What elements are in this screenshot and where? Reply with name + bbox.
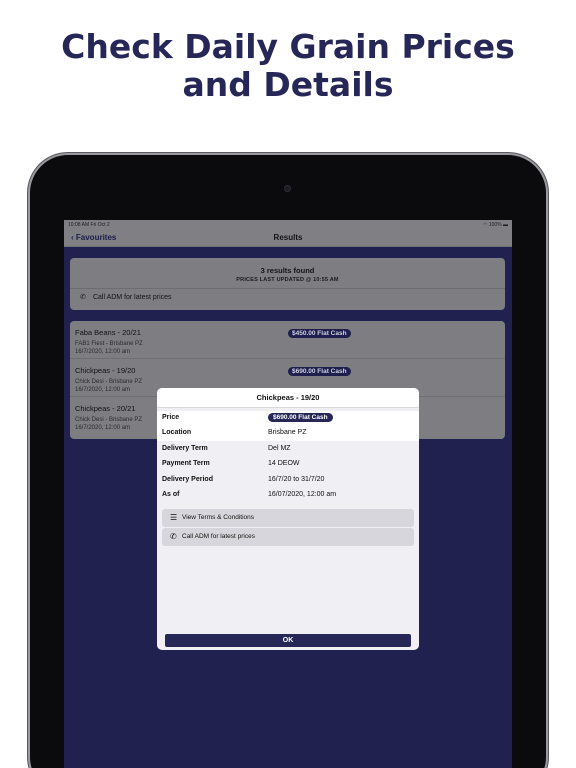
detail-row-as-of: As of 16/07/2020, 12:00 am (157, 488, 419, 503)
battery-level: 100% (488, 222, 502, 228)
headline: Check Daily Grain Prices and Details (0, 28, 576, 104)
detail-value: Brisbane PZ (268, 429, 307, 436)
price-detail-modal: Chickpeas - 19/20 Price $690.00 Flat Cas… (157, 388, 419, 650)
list-item-subtitle: Chick Desi - Brisbane PZ (75, 417, 143, 423)
list-item-date: 16/7/2020, 12:00 am (75, 349, 131, 355)
detail-value: 16/07/2020, 12:00 am (268, 491, 337, 498)
headline-line-1: Check Daily Grain Prices (61, 27, 515, 66)
list-item-date: 16/7/2020, 12:00 am (75, 425, 131, 431)
detail-row-payment-term: Payment Term 14 DEOW (157, 457, 419, 472)
detail-row-price: Price $690.00 Flat Cash (157, 411, 419, 426)
headline-line-2: and Details (182, 65, 394, 104)
list-item-title: Chickpeas - 19/20 (75, 366, 136, 375)
list-item[interactable]: Faba Beans - 20/21 FAB1 Fiest - Brisbane… (70, 321, 505, 359)
list-item-title: Faba Beans - 20/21 (75, 328, 141, 337)
status-time: 10:08 AM Fri Oct 2 (68, 222, 110, 228)
page-title: Results (273, 233, 303, 242)
detail-value: Del MZ (268, 445, 291, 452)
prices-updated-text: PRICES LAST UPDATED @ 10:55 AM (236, 277, 339, 283)
detail-row-delivery-period: Delivery Period 16/7/20 to 31/7/20 (157, 473, 419, 488)
view-terms-button[interactable]: ☰ View Terms & Conditions (162, 509, 414, 527)
phone-icon: ✆ (80, 294, 86, 301)
app-screen: 10:08 AM Fri Oct 2 ◠ 100% ▬ ‹ Favourites… (64, 220, 512, 768)
status-right: ◠ 100% ▬ (483, 220, 508, 230)
status-bar: 10:08 AM Fri Oct 2 ◠ 100% ▬ (64, 220, 512, 230)
results-count: 3 results found (260, 266, 315, 275)
phone-icon: ✆ (170, 532, 177, 541)
list-item-title: Chickpeas - 20/21 (75, 404, 136, 413)
detail-label: Delivery Period (162, 476, 213, 483)
list-item-subtitle: Chick Desi - Brisbane PZ (75, 379, 143, 385)
call-adm-button[interactable]: ✆ Call ADM for latest prices (162, 528, 414, 546)
results-summary-card: 3 results found PRICES LAST UPDATED @ 10… (70, 258, 505, 310)
price-badge: $690.00 Flat Cash (288, 367, 351, 376)
price-badge: $450.00 Flat Cash (288, 329, 351, 338)
call-adm-label: Call ADM for latest prices (92, 294, 172, 301)
battery-icon: ▬ (503, 222, 508, 228)
call-adm-row[interactable]: ✆ Call ADM for latest prices (80, 293, 172, 301)
detail-row-location: Location Brisbane PZ (157, 426, 419, 441)
detail-value: 14 DEOW (268, 460, 300, 467)
detail-label: Price (162, 414, 180, 421)
detail-value: 16/7/20 to 31/7/20 (268, 476, 325, 483)
detail-row-delivery-term: Delivery Term Del MZ (157, 442, 419, 457)
detail-label: Delivery Term (162, 445, 208, 452)
list-item-subtitle: FAB1 Fiest - Brisbane PZ (75, 341, 143, 347)
list-item-date: 16/7/2020, 12:00 am (75, 387, 131, 393)
price-badge: $690.00 Flat Cash (268, 413, 333, 422)
nav-bar: ‹ Favourites Results (64, 230, 512, 247)
view-terms-label: View Terms & Conditions (182, 514, 255, 521)
list-icon: ☰ (170, 513, 178, 522)
detail-label: Location (162, 429, 192, 436)
ok-button[interactable]: OK (165, 634, 411, 647)
divider (70, 288, 505, 289)
modal-title: Chickpeas - 19/20 (157, 388, 419, 408)
detail-label: As of (162, 491, 180, 498)
detail-label: Payment Term (162, 460, 210, 467)
call-adm-label: Call ADM for latest prices (182, 533, 255, 540)
camera-icon (284, 185, 291, 192)
